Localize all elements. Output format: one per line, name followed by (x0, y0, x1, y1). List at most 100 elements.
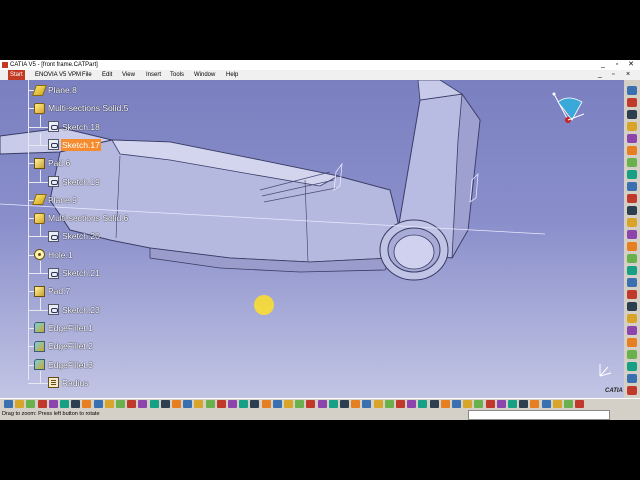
toolbar-button[interactable] (127, 400, 137, 408)
toolbar-button[interactable] (508, 400, 517, 408)
doc-close-button[interactable]: × (626, 70, 630, 80)
menu-edit[interactable]: Edit (100, 70, 114, 80)
toolbar-button[interactable] (160, 400, 170, 408)
tree-node[interactable]: Multi-sections Solid.6 (34, 211, 129, 225)
toolbar-button[interactable] (627, 218, 637, 227)
toolbar-button[interactable] (216, 400, 226, 408)
toolbar-button[interactable] (627, 134, 637, 143)
toolbar-button[interactable] (351, 400, 361, 408)
tree-node[interactable]: Sketch.18 (48, 120, 101, 134)
toolbar-button[interactable] (627, 278, 637, 287)
tree-node[interactable]: Hole.1 (34, 248, 74, 262)
tree-node[interactable]: Sketch.23 (48, 303, 101, 317)
3d-viewport[interactable]: Plane.8 Multi-sections Solid.5 Sketch.18 Sk… (0, 80, 624, 398)
toolbar-button[interactable] (60, 400, 69, 408)
toolbar-button[interactable] (627, 182, 637, 191)
toolbar-button[interactable] (340, 400, 349, 408)
menu-window[interactable]: Window (192, 70, 217, 80)
toolbar-button[interactable] (396, 400, 405, 408)
menu-start[interactable]: Start (8, 70, 25, 80)
toolbar-button[interactable] (627, 230, 637, 239)
toolbar-button[interactable] (627, 302, 637, 311)
toolbar-button[interactable] (627, 314, 637, 323)
toolbar-button[interactable] (373, 400, 383, 408)
toolbar-button[interactable] (627, 326, 637, 335)
toolbar-button[interactable] (627, 206, 637, 215)
tree-node[interactable]: EdgeFillet.1 (34, 321, 94, 335)
toolbar-button[interactable] (627, 98, 637, 107)
toolbar-button[interactable] (116, 400, 125, 408)
toolbar-button[interactable] (627, 374, 637, 383)
toolbar-button[interactable] (272, 400, 282, 408)
toolbar-button[interactable] (627, 386, 637, 395)
menu-view[interactable]: View (120, 70, 137, 80)
toolbar-button[interactable] (172, 400, 181, 408)
menu-file[interactable]: File (80, 70, 94, 80)
toolbar-button[interactable] (362, 400, 372, 408)
toolbar-button[interactable] (627, 122, 637, 131)
menu-enovia[interactable]: ENOVIA V5 VPM (33, 70, 83, 80)
menu-insert[interactable]: Insert (144, 70, 163, 80)
toolbar-button[interactable] (627, 266, 637, 275)
toolbar-button[interactable] (627, 242, 637, 251)
toolbar-button[interactable] (82, 400, 92, 408)
toolbar-button[interactable] (627, 146, 637, 155)
tree-node[interactable]: Pad.7 (34, 284, 71, 298)
toolbar-button[interactable] (93, 400, 103, 408)
toolbar-button[interactable] (15, 400, 25, 408)
toolbar-button[interactable] (627, 86, 637, 95)
tree-node[interactable]: Sketch.19 (48, 175, 101, 189)
tree-node[interactable]: Radius (48, 376, 89, 390)
toolbar-button[interactable] (295, 400, 305, 408)
toolbar-button[interactable] (384, 400, 394, 408)
menu-tools[interactable]: Tools (168, 70, 186, 80)
menu-help[interactable]: Help (224, 70, 240, 80)
toolbar-button[interactable] (519, 400, 529, 408)
maximize-button[interactable]: ▫ (610, 60, 624, 70)
toolbar-button[interactable] (328, 400, 338, 408)
toolbar-button[interactable] (627, 338, 637, 347)
toolbar-button[interactable] (496, 400, 506, 408)
toolbar-button[interactable] (552, 400, 562, 408)
toolbar-button[interactable] (194, 400, 204, 408)
toolbar-button[interactable] (317, 400, 327, 408)
toolbar-button[interactable] (37, 400, 47, 408)
toolbar-button[interactable] (474, 400, 484, 408)
toolbar-button[interactable] (306, 400, 316, 408)
toolbar-button[interactable] (452, 400, 461, 408)
toolbar-button[interactable] (575, 400, 585, 408)
tree-node[interactable]: Multi-sections Solid.5 (34, 101, 129, 115)
tree-node[interactable]: Pad.6 (34, 156, 71, 170)
toolbar-button[interactable] (627, 170, 637, 179)
toolbar-button[interactable] (530, 400, 540, 408)
toolbar-button[interactable] (541, 400, 551, 408)
toolbar-button[interactable] (71, 400, 81, 408)
doc-minimize-button[interactable]: _ (598, 70, 602, 80)
toolbar-button[interactable] (104, 400, 114, 408)
toolbar-button[interactable] (205, 400, 215, 408)
toolbar-button[interactable] (627, 194, 637, 203)
compass-icon[interactable] (548, 90, 588, 130)
tree-node[interactable]: Plane.8 (31, 83, 78, 97)
toolbar-button[interactable] (485, 400, 495, 408)
toolbar-button[interactable] (627, 290, 637, 299)
toolbar-button[interactable] (183, 400, 193, 408)
command-input[interactable] (468, 410, 610, 420)
toolbar-button[interactable] (463, 400, 473, 408)
toolbar-button[interactable] (627, 254, 637, 263)
toolbar-button[interactable] (239, 400, 249, 408)
toolbar-button[interactable] (26, 400, 36, 408)
tree-node[interactable]: Sketch.21 (48, 266, 101, 280)
tree-node[interactable]: Sketch.20 (48, 229, 101, 243)
tree-node[interactable]: Sketch.17 (48, 138, 101, 152)
toolbar-button[interactable] (228, 400, 237, 408)
minimize-button[interactable]: _ (596, 60, 610, 70)
toolbar-button[interactable] (564, 400, 573, 408)
toolbar-button[interactable] (250, 400, 260, 408)
toolbar-button[interactable] (440, 400, 450, 408)
toolbar-button[interactable] (4, 400, 13, 408)
toolbar-button[interactable] (149, 400, 159, 408)
toolbar-button[interactable] (627, 350, 637, 359)
doc-restore-button[interactable]: ▫ (612, 70, 614, 80)
tree-node[interactable]: EdgeFillet.3 (34, 358, 94, 372)
